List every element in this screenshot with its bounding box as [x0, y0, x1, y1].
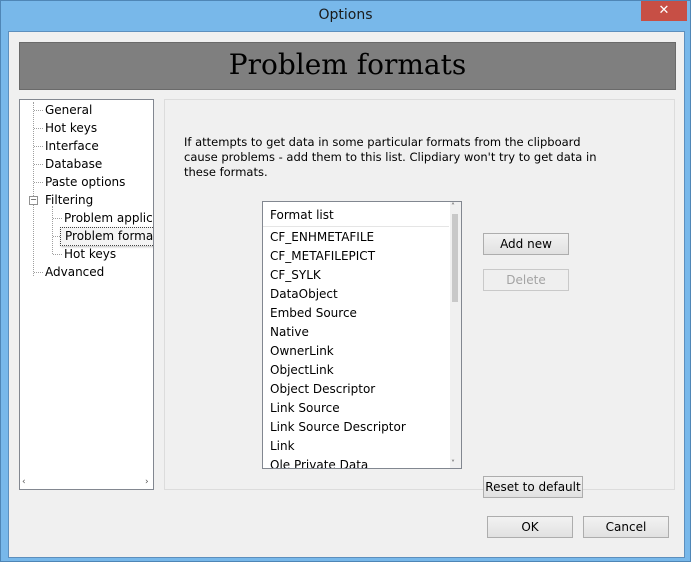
- scroll-left-icon[interactable]: ‹: [22, 477, 26, 487]
- scroll-up-icon[interactable]: ˄: [451, 202, 455, 211]
- list-item[interactable]: Link: [270, 437, 295, 456]
- list-item[interactable]: OwnerLink: [270, 342, 334, 361]
- tree-connector: [53, 218, 62, 219]
- scroll-right-icon[interactable]: ›: [145, 477, 149, 487]
- tree-item-problem-applications[interactable]: Problem applicat: [64, 210, 153, 227]
- options-tree: General Hot keys Interface Database Past…: [19, 99, 154, 490]
- list-item[interactable]: Link Source Descriptor: [270, 418, 406, 437]
- tree-item-paste-options[interactable]: Paste options: [45, 174, 125, 191]
- tree-item-filtering[interactable]: Filtering: [45, 192, 93, 209]
- reset-to-default-button[interactable]: Reset to default: [483, 476, 583, 498]
- section-title: Problem formats: [228, 48, 467, 81]
- description-text: If attempts to get data in some particul…: [184, 135, 597, 179]
- settings-panel: If attempts to get data in some particul…: [164, 99, 675, 498]
- window-title: Options: [318, 7, 373, 23]
- tree-connector: [34, 182, 43, 183]
- tree-item-problem-formats[interactable]: Problem formats: [60, 227, 153, 246]
- section-banner: Problem formats: [19, 42, 676, 90]
- tree-item-general[interactable]: General: [45, 102, 92, 119]
- list-item[interactable]: Link Source: [270, 399, 340, 418]
- delete-button[interactable]: Delete: [483, 269, 569, 291]
- list-item[interactable]: Ole Private Data: [270, 456, 368, 468]
- tree-item-hot-keys[interactable]: Hot keys: [45, 120, 97, 137]
- ok-button[interactable]: OK: [487, 516, 573, 538]
- list-item[interactable]: DataObject: [270, 285, 338, 304]
- add-new-button[interactable]: Add new: [483, 233, 569, 255]
- tree-connector: [52, 206, 53, 254]
- close-button[interactable]: ✕: [641, 1, 687, 21]
- list-item[interactable]: Native: [270, 323, 309, 342]
- list-divider: [263, 226, 449, 227]
- scroll-down-icon[interactable]: ˅: [451, 459, 455, 468]
- tree-connector: [34, 110, 43, 111]
- tree-item-database[interactable]: Database: [45, 156, 102, 173]
- cancel-button[interactable]: Cancel: [583, 516, 669, 538]
- tree-connector: [53, 254, 62, 255]
- list-item[interactable]: Object Descriptor: [270, 380, 375, 399]
- tree-item-advanced[interactable]: Advanced: [45, 264, 104, 281]
- format-list-header: Format list: [270, 208, 334, 222]
- options-window: Options ✕ Problem formats General Hot ke…: [0, 0, 691, 562]
- scrollbar-thumb[interactable]: [452, 214, 458, 302]
- collapse-icon[interactable]: −: [29, 196, 38, 205]
- dialog-client-area: Problem formats General Hot keys Interfa…: [8, 31, 685, 558]
- tree-item-filtering-hot-keys[interactable]: Hot keys: [64, 246, 116, 263]
- list-item[interactable]: CF_ENHMETAFILE: [270, 228, 374, 247]
- tree-connector: [34, 128, 43, 129]
- list-item[interactable]: CF_SYLK: [270, 266, 321, 285]
- list-scrollbar[interactable]: ˄ ˅: [450, 202, 461, 468]
- list-item[interactable]: Embed Source: [270, 304, 357, 323]
- list-item[interactable]: CF_METAFILEPICT: [270, 247, 375, 266]
- tree-connector: [34, 272, 43, 273]
- tree-item-interface[interactable]: Interface: [45, 138, 99, 155]
- tree-connector: [34, 146, 43, 147]
- list-item[interactable]: ObjectLink: [270, 361, 334, 380]
- title-bar[interactable]: Options ✕: [1, 1, 690, 31]
- tree-connector: [34, 164, 43, 165]
- format-list[interactable]: Format list CF_ENHMETAFILE CF_METAFILEPI…: [262, 201, 462, 469]
